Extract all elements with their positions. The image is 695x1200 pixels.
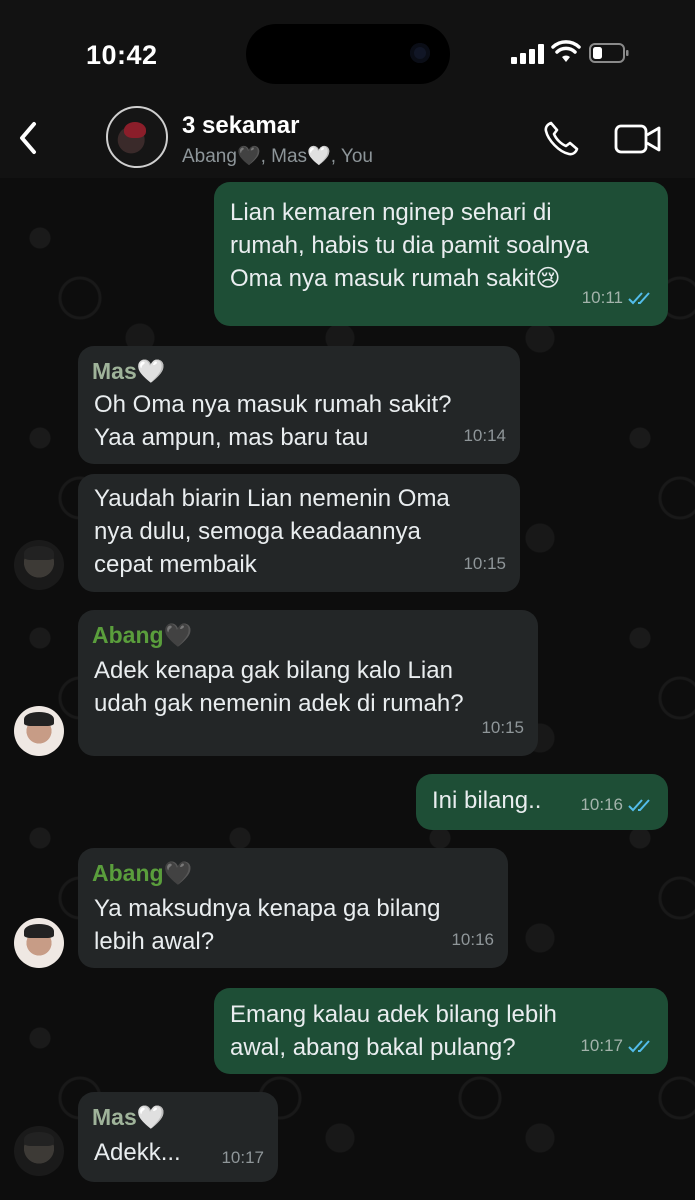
wifi-icon — [551, 40, 581, 62]
message-time: 10:17 — [221, 1148, 264, 1167]
message-text: Ya maksudnya kenapa ga bilang lebih awal… — [94, 895, 441, 955]
message-time: 10:14 — [463, 426, 506, 445]
avatar-abang[interactable] — [14, 706, 64, 756]
double-check-icon — [628, 1039, 650, 1052]
message-text: Lian kemaren nginep sehari di rumah, hab… — [230, 199, 589, 292]
status-time: 10:42 — [86, 40, 158, 70]
message-time: 10:15 — [463, 554, 506, 573]
chevron-left-icon[interactable] — [14, 118, 44, 158]
message-bubble-outgoing[interactable]: Ini bilang.. 10:16 — [416, 774, 668, 830]
message-bubble-incoming[interactable]: Abang🖤 Adek kenapa gak bilang kalo Lian … — [78, 610, 538, 756]
message-time: 10:16 — [580, 795, 623, 814]
message-bubble-outgoing[interactable]: Emang kalau adek bilang lebih awal, aban… — [214, 988, 668, 1074]
phone-icon[interactable] — [542, 120, 580, 158]
sender-name[interactable]: Abang🖤 — [92, 619, 192, 652]
message-text: Emang kalau adek bilang lebih awal, aban… — [230, 1001, 557, 1061]
sender-name[interactable]: Mas🤍 — [92, 1101, 165, 1134]
message-time: 10:15 — [481, 718, 524, 737]
avatar-mas[interactable] — [14, 540, 64, 590]
avatar-mas[interactable] — [14, 1126, 64, 1176]
front-camera-icon — [410, 43, 430, 63]
chat-header: 3 sekamar Abang🖤, Mas🤍, You — [0, 100, 695, 178]
battery-icon — [589, 43, 629, 63]
sender-name[interactable]: Mas🤍 — [92, 355, 165, 388]
double-check-icon — [628, 291, 650, 304]
avatar-abang[interactable] — [14, 918, 64, 968]
message-bubble-incoming[interactable]: Mas🤍 Oh Oma nya masuk rumah sakit? Yaa a… — [78, 346, 520, 464]
group-members[interactable]: Abang🖤, Mas🤍, You — [182, 144, 373, 168]
dynamic-island — [246, 24, 450, 84]
group-title[interactable]: 3 sekamar — [182, 112, 299, 140]
cellular-signal-icon — [511, 44, 545, 64]
message-bubble-outgoing[interactable]: Lian kemaren nginep sehari di rumah, hab… — [214, 182, 668, 326]
video-camera-icon[interactable] — [614, 122, 662, 156]
message-bubble-incoming[interactable]: Yaudah biarin Lian nemenin Oma nya dulu,… — [78, 474, 520, 592]
sender-name[interactable]: Abang🖤 — [92, 857, 192, 890]
message-bubble-incoming[interactable]: Abang🖤 Ya maksudnya kenapa ga bilang leb… — [78, 848, 508, 968]
double-check-icon — [628, 798, 650, 811]
message-text: Oh Oma nya masuk rumah sakit? Yaa ampun,… — [94, 391, 452, 451]
message-time: 10:16 — [451, 930, 494, 949]
message-time: 10:11 — [581, 288, 623, 307]
message-text: Adek kenapa gak bilang kalo Lian udah ga… — [94, 657, 464, 717]
message-time: 10:17 — [580, 1036, 623, 1055]
status-bar: 10:42 — [0, 0, 695, 100]
message-text: Ini bilang.. — [432, 787, 542, 814]
message-text: Yaudah biarin Lian nemenin Oma nya dulu,… — [94, 485, 450, 578]
message-bubble-incoming[interactable]: Mas🤍 Adekk... 10:17 — [78, 1092, 278, 1182]
group-avatar[interactable] — [106, 106, 168, 168]
message-list[interactable]: Lian kemaren nginep sehari di rumah, hab… — [0, 178, 695, 1200]
message-text: Adekk... — [94, 1139, 181, 1166]
